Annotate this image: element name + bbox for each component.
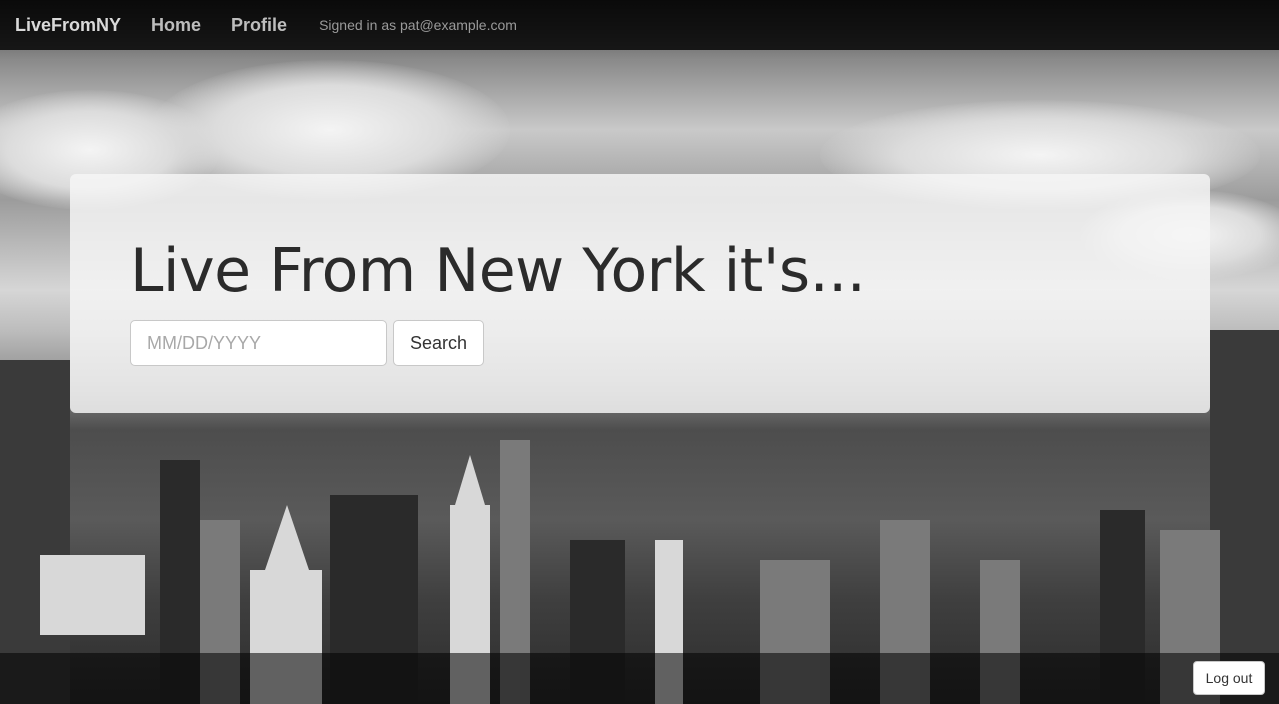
signed-in-status: Signed in as pat@example.com: [319, 17, 517, 33]
search-button[interactable]: Search: [393, 320, 484, 366]
nav-link-profile[interactable]: Profile: [231, 15, 287, 36]
nav-link-home[interactable]: Home: [151, 15, 201, 36]
date-input[interactable]: [130, 320, 387, 366]
hero-panel: Live From New York it's... Search: [70, 174, 1210, 413]
footer-bar: Log out: [0, 653, 1279, 704]
top-navbar: LiveFromNY Home Profile Signed in as pat…: [0, 0, 1279, 50]
brand-link[interactable]: LiveFromNY: [15, 15, 121, 36]
hero-title: Live From New York it's...: [130, 236, 866, 306]
date-search-form: Search: [130, 320, 484, 366]
logout-button[interactable]: Log out: [1193, 661, 1265, 695]
